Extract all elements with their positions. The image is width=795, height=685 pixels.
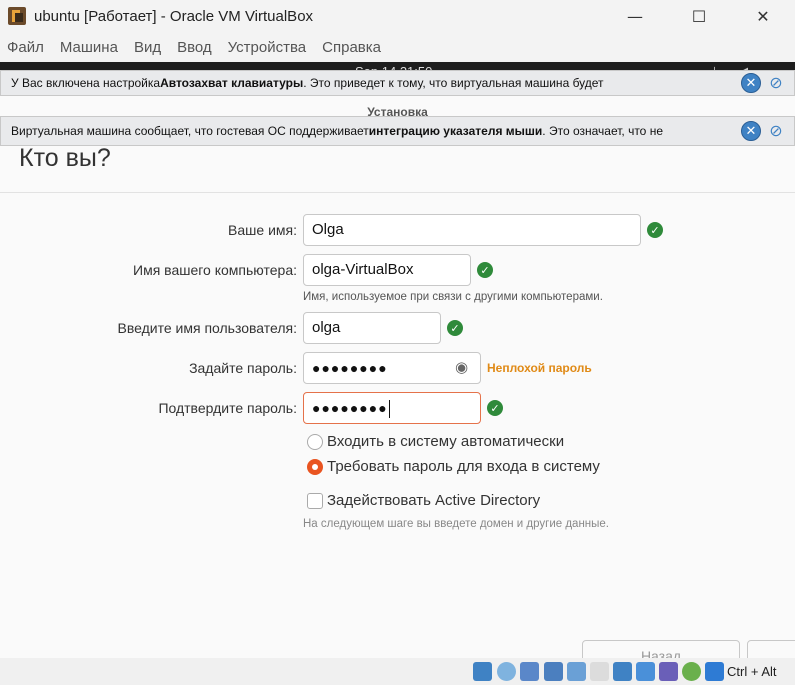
virtualbox-app-icon xyxy=(8,7,26,25)
username-label: Введите имя пользователя: xyxy=(117,320,297,336)
notice-text-bold: Автозахват клавиатуры xyxy=(160,76,304,90)
back-button[interactable]: Назад xyxy=(582,640,740,658)
notice-text-post: . Это приведет к тому, что виртуальная м… xyxy=(303,76,604,90)
hard-disk-icon[interactable] xyxy=(473,662,492,681)
require-password-label[interactable]: Требовать пароль для входа в систему xyxy=(327,458,600,475)
close-button[interactable]: ✕ xyxy=(731,0,795,32)
vm-status-bar: Ctrl + Alt xyxy=(0,658,795,685)
active-directory-label[interactable]: Задействовать Active Directory xyxy=(327,492,540,509)
auto-login-label[interactable]: Входить в систему автоматически xyxy=(327,433,564,450)
host-key-label: Ctrl + Alt xyxy=(727,664,777,679)
mouse-integration-icon[interactable] xyxy=(682,662,701,681)
maximize-button[interactable]: ☐ xyxy=(667,0,731,32)
confirm-password-label: Подтвердите пароль: xyxy=(158,400,297,416)
active-directory-checkbox[interactable] xyxy=(307,493,323,509)
keyboard-capture-notice: У Вас включена настройка Автозахват клав… xyxy=(0,70,795,96)
usb-icon[interactable] xyxy=(567,662,586,681)
divider xyxy=(0,192,795,193)
check-icon: ✓ xyxy=(477,262,493,278)
menu-file[interactable]: Файл xyxy=(7,39,44,56)
computer-name-label: Имя вашего компьютера: xyxy=(133,262,297,278)
show-password-eye-icon[interactable]: ◉ xyxy=(455,358,468,376)
window-titlebar: ubuntu [Работает] - Oracle VM VirtualBox… xyxy=(0,0,795,32)
mouse-integration-notice: Виртуальная машина сообщает, что гостева… xyxy=(0,116,795,146)
menu-bar: Файл Машина Вид Ввод Устройства Справка xyxy=(0,32,795,62)
confirm-password-value: ●●●●●●●● xyxy=(312,400,388,416)
confirm-password-field[interactable]: ●●●●●●●● xyxy=(303,392,481,424)
menu-help[interactable]: Справка xyxy=(322,39,381,56)
username-field[interactable]: olga xyxy=(303,312,441,344)
notice-close-icon[interactable]: ✕ xyxy=(741,121,761,141)
menu-input[interactable]: Ввод xyxy=(177,39,212,56)
notice-mute-icon[interactable]: ⊘ xyxy=(766,73,786,93)
password-label: Задайте пароль: xyxy=(189,360,297,376)
display-icon[interactable] xyxy=(613,662,632,681)
notice-text-pre: Виртуальная машина сообщает, что гостева… xyxy=(11,124,369,138)
minimize-button[interactable]: — xyxy=(603,0,667,32)
network-adapter-icon[interactable] xyxy=(544,662,563,681)
optical-drive-icon[interactable] xyxy=(497,662,516,681)
keyboard-capture-icon[interactable] xyxy=(705,662,724,681)
password-strength-label: Неплохой пароль xyxy=(487,361,592,375)
window-title: ubuntu [Работает] - Oracle VM VirtualBox xyxy=(34,7,314,25)
computer-name-hint: Имя, используемое при связи с другими ко… xyxy=(303,291,603,303)
virtualization-icon[interactable] xyxy=(659,662,678,681)
notice-text-post: . Это означает, что не xyxy=(542,124,663,138)
name-field[interactable]: Olga xyxy=(303,214,641,246)
require-password-radio[interactable] xyxy=(307,459,323,475)
active-directory-hint: На следующем шаге вы введете домен и дру… xyxy=(303,518,609,530)
video-capture-icon[interactable] xyxy=(636,662,655,681)
computer-name-field[interactable]: olga-VirtualBox xyxy=(303,254,471,286)
auto-login-radio[interactable] xyxy=(307,434,323,450)
page-title: Кто вы? xyxy=(19,144,111,172)
check-icon: ✓ xyxy=(647,222,663,238)
next-button[interactable]: Пр xyxy=(747,640,795,658)
check-icon: ✓ xyxy=(447,320,463,336)
notice-text-bold: интеграцию указателя мыши xyxy=(368,124,543,138)
shared-folders-icon[interactable] xyxy=(590,662,609,681)
notice-mute-icon[interactable]: ⊘ xyxy=(766,121,786,141)
notice-text-pre: У Вас включена настройка xyxy=(11,76,161,90)
notice-close-icon[interactable]: ✕ xyxy=(741,73,761,93)
menu-machine[interactable]: Машина xyxy=(60,39,118,56)
audio-icon[interactable] xyxy=(520,662,539,681)
check-icon: ✓ xyxy=(487,400,503,416)
guest-display[interactable]: Sep 14 21:50 ⊥ ◀ Установка У Вас включен… xyxy=(0,62,795,658)
name-label: Ваше имя: xyxy=(228,222,297,238)
menu-devices[interactable]: Устройства xyxy=(228,39,306,56)
menu-view[interactable]: Вид xyxy=(134,39,161,56)
text-caret xyxy=(388,400,390,419)
